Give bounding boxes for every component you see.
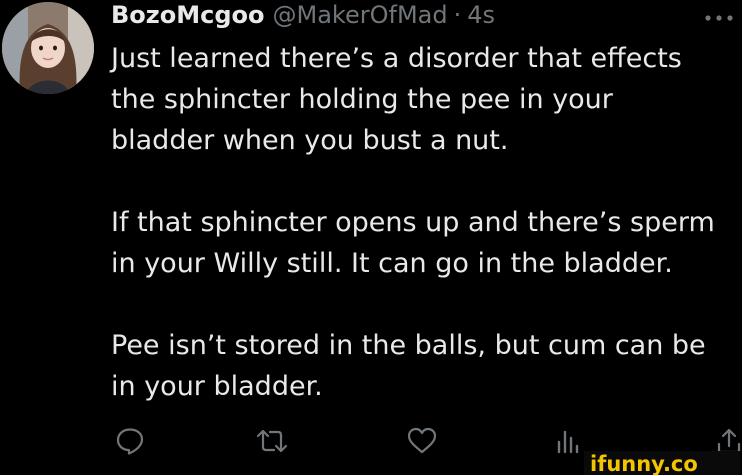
analytics-icon: [557, 430, 579, 454]
heart-icon: [407, 427, 437, 454]
reply-icon: [116, 428, 144, 455]
retweet-icon: [256, 429, 288, 453]
reply-button[interactable]: [113, 424, 147, 458]
avatar[interactable]: [2, 2, 94, 94]
views-button[interactable]: [550, 424, 584, 458]
more-options-button[interactable]: [704, 2, 734, 26]
avatar-image: [2, 2, 94, 94]
header-separator: ·: [453, 1, 462, 29]
tweet-paragraph: Pee isn’t stored in the balls, but cum c…: [111, 330, 706, 402]
tweet-text: Just learned there’s a disorder that eff…: [111, 38, 742, 407]
ifunny-logo: ifunny.co: [590, 452, 698, 475]
watermark-text: ifunny.co: [590, 452, 698, 475]
like-button[interactable]: [405, 424, 439, 458]
ifunny-watermark: ifunny.co: [584, 451, 740, 475]
tweet-timestamp[interactable]: 4s: [467, 0, 495, 30]
author-display-name[interactable]: BozoMcgoo: [111, 0, 265, 30]
author-handle[interactable]: @MakerOfMad: [273, 0, 448, 30]
tweet-paragraph: If that sphincter opens up and there’s s…: [111, 207, 715, 279]
retweet-button[interactable]: [255, 424, 289, 458]
tweet-paragraph: Just learned there’s a disorder that eff…: [111, 43, 682, 156]
more-horizontal-icon: [705, 15, 733, 21]
tweet-header: BozoMcgoo @MakerOfMad · 4s: [111, 0, 495, 30]
